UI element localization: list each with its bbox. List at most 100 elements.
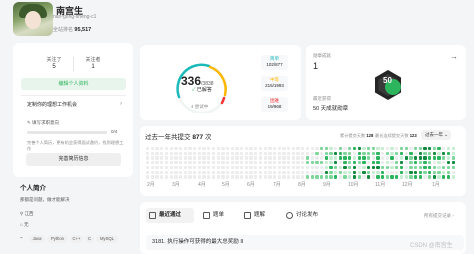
heatmap-cell[interactable]: [324, 147, 328, 151]
heatmap-cell[interactable]: [235, 170, 239, 174]
heatmap-cell[interactable]: [221, 161, 225, 165]
heatmap-cell[interactable]: [282, 147, 286, 151]
heatmap-cell[interactable]: [188, 170, 192, 174]
heatmap-cell[interactable]: [183, 147, 187, 151]
tab-recent-ac[interactable]: 最近通过: [146, 208, 194, 223]
heatmap-cell[interactable]: [287, 175, 291, 179]
heatmap-cell[interactable]: [146, 170, 150, 174]
heatmap-cell[interactable]: [437, 165, 441, 170]
heatmap-cell[interactable]: [366, 175, 371, 179]
heatmap-cell[interactable]: [404, 147, 408, 151]
heatmap-cell[interactable]: [385, 170, 390, 174]
heatmap-cell[interactable]: [230, 165, 234, 170]
tab-solutions[interactable]: 题解: [241, 208, 277, 223]
heatmap-cell[interactable]: [437, 156, 441, 160]
heatmap-cell[interactable]: [277, 175, 281, 179]
heatmap-cell[interactable]: [211, 170, 216, 174]
heatmap-cell[interactable]: [183, 165, 187, 170]
heatmap-cell[interactable]: [207, 175, 211, 179]
heatmap-cell[interactable]: [244, 175, 249, 179]
heatmap-cell[interactable]: [216, 156, 220, 160]
heatmap-cell[interactable]: [315, 175, 319, 179]
heatmap-cell[interactable]: [352, 175, 357, 179]
heatmap-cell[interactable]: [291, 151, 296, 156]
heatmap-cell[interactable]: [432, 151, 437, 156]
heatmap-cell[interactable]: [423, 147, 427, 151]
heatmap-cell[interactable]: [202, 175, 206, 179]
heatmap-cell[interactable]: [334, 170, 338, 174]
heatmap-cell[interactable]: [413, 175, 418, 179]
heatmap-cell[interactable]: [324, 156, 328, 160]
heatmap-cell[interactable]: [376, 170, 380, 174]
heatmap-cell[interactable]: [221, 170, 225, 174]
heatmap-cell[interactable]: [305, 156, 310, 160]
heatmap-cell[interactable]: [263, 156, 267, 160]
heatmap-cell[interactable]: [446, 175, 451, 179]
heatmap-cell[interactable]: [249, 165, 253, 170]
heatmap-cell[interactable]: [423, 165, 427, 170]
heatmap-cell[interactable]: [451, 170, 455, 174]
heatmap-cell[interactable]: [221, 175, 225, 179]
heatmap-cell[interactable]: [296, 151, 300, 156]
heatmap-cell[interactable]: [174, 175, 178, 179]
heatmap-cell[interactable]: [155, 165, 159, 170]
heatmap-cell[interactable]: [272, 175, 277, 179]
heatmap-cell[interactable]: [169, 175, 173, 179]
heatmap-cell[interactable]: [329, 151, 333, 156]
heatmap-cell[interactable]: [357, 147, 361, 151]
heatmap-cell[interactable]: [423, 175, 427, 179]
heatmap-cell[interactable]: [249, 147, 253, 151]
heatmap-cell[interactable]: [310, 170, 314, 174]
heatmap-cell[interactable]: [362, 170, 366, 174]
heatmap-cell[interactable]: [428, 156, 432, 160]
heatmap-cell[interactable]: [395, 175, 399, 179]
heatmap-cell[interactable]: [155, 156, 159, 160]
heatmap-cell[interactable]: [371, 156, 375, 160]
heatmap-cell[interactable]: [216, 151, 220, 156]
heatmap-cell[interactable]: [376, 156, 380, 160]
heatmap-cell[interactable]: [334, 156, 338, 160]
heatmap-cell[interactable]: [291, 175, 296, 179]
heatmap-cell[interactable]: [376, 175, 380, 179]
arrow-right-icon[interactable]: →: [450, 52, 458, 61]
heatmap-cell[interactable]: [244, 151, 249, 156]
heatmap-cell[interactable]: [221, 156, 225, 160]
heatmap-cell[interactable]: [225, 170, 230, 174]
heatmap-cell[interactable]: [249, 175, 253, 179]
heatmap-cell[interactable]: [282, 170, 286, 174]
heatmap-cell[interactable]: [334, 175, 338, 179]
heatmap-cell[interactable]: [296, 170, 300, 174]
heatmap-cell[interactable]: [399, 175, 404, 179]
heatmap-cell[interactable]: [409, 175, 413, 179]
heatmap-cell[interactable]: [277, 156, 281, 160]
heatmap-cell[interactable]: [385, 165, 390, 170]
heatmap-cell[interactable]: [249, 156, 253, 160]
heatmap-cell[interactable]: [310, 165, 314, 170]
heatmap-cell[interactable]: [362, 151, 366, 156]
heatmap-cell[interactable]: [385, 151, 390, 156]
followers-count[interactable]: 1: [73, 64, 113, 70]
heatmap-cell[interactable]: [418, 170, 422, 174]
heatmap-cell[interactable]: [338, 156, 343, 160]
heatmap-cell[interactable]: [329, 156, 333, 160]
heatmap-cell[interactable]: [418, 147, 422, 151]
heatmap-cell[interactable]: [418, 165, 422, 170]
following-label[interactable]: 关注了: [34, 56, 74, 63]
heatmap-cell[interactable]: [451, 165, 455, 170]
heatmap-cell[interactable]: [390, 165, 394, 170]
heatmap-cell[interactable]: [305, 165, 310, 170]
heatmap-cell[interactable]: [202, 165, 206, 170]
heatmap-cell[interactable]: [390, 147, 394, 151]
heatmap-cell[interactable]: [230, 156, 234, 160]
heatmap-cell[interactable]: [418, 151, 422, 156]
heatmap-cell[interactable]: [287, 156, 291, 160]
heatmap-cell[interactable]: [376, 151, 380, 156]
heatmap-cell[interactable]: [197, 175, 202, 179]
heatmap-cell[interactable]: [178, 175, 183, 179]
heatmap-cell[interactable]: [399, 165, 404, 170]
heatmap-cell[interactable]: [183, 175, 187, 179]
skill-tag[interactable]: C: [85, 235, 94, 243]
heatmap-cell[interactable]: [305, 175, 310, 179]
heatmap-cell[interactable]: [202, 147, 206, 151]
heatmap-cell[interactable]: [169, 147, 173, 151]
